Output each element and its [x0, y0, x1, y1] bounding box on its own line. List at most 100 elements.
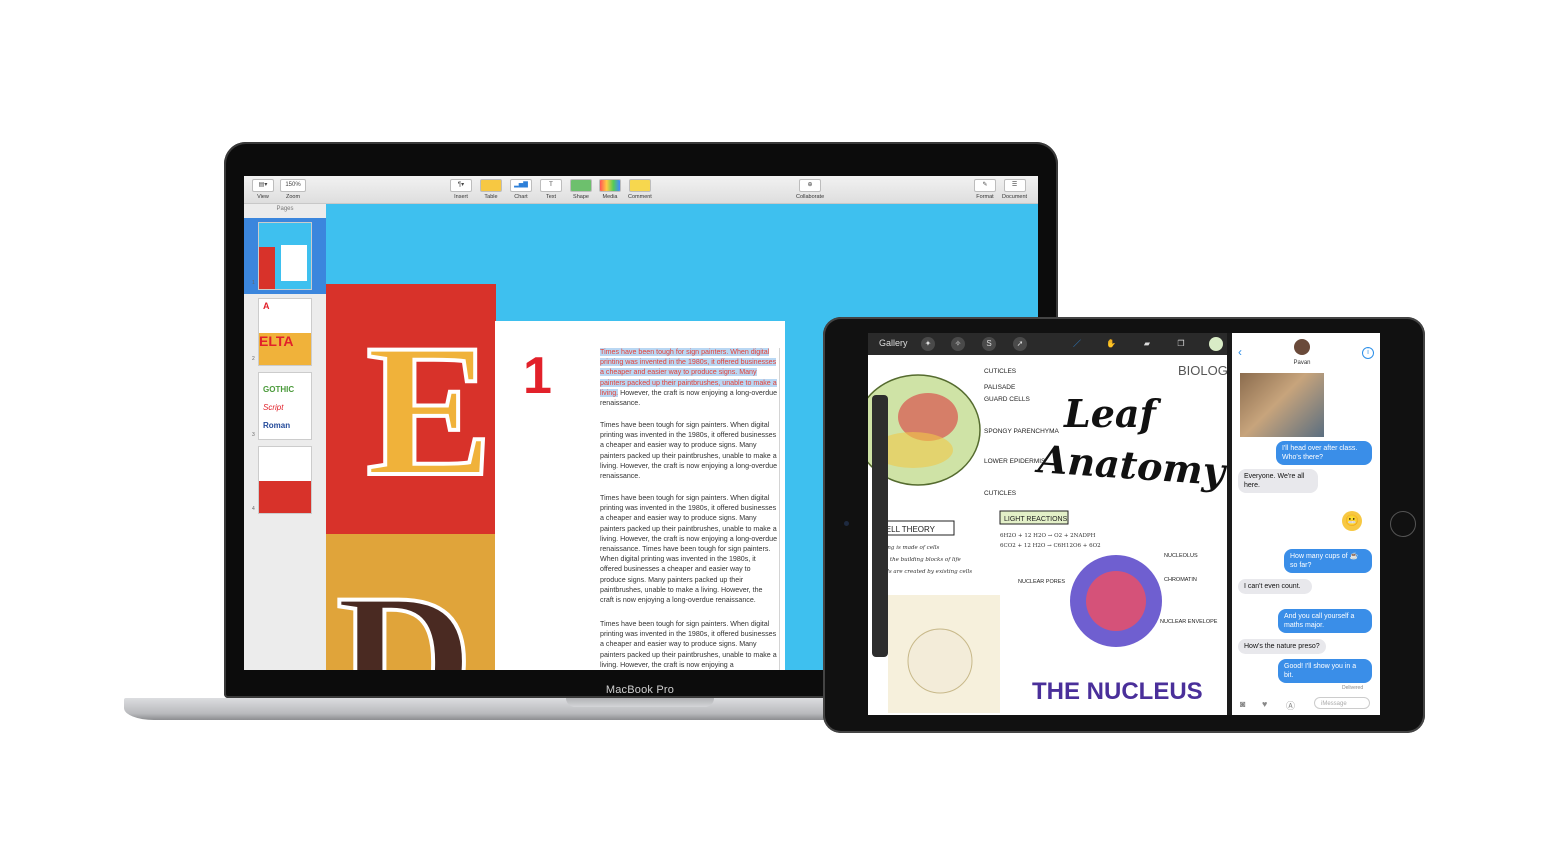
gallery-button[interactable]: Gallery — [879, 338, 908, 348]
label-spongy: SPONGY PARENCHYMA — [984, 428, 1060, 435]
macbook-notch — [566, 698, 714, 707]
digital-touch-icon[interactable]: ♥ — [1262, 699, 1267, 709]
message-bubble-in[interactable]: Everyone. We're all here. — [1238, 469, 1318, 493]
selection-icon[interactable]: S — [982, 337, 996, 351]
comment-label: Comment — [628, 194, 652, 200]
comment-icon — [628, 179, 651, 192]
chart-icon: ▂▅▇ — [510, 179, 532, 192]
sidebar-title: Pages — [276, 206, 294, 212]
comment-button[interactable]: Comment — [628, 179, 652, 200]
media-button[interactable]: Media — [599, 179, 621, 200]
transform-icon[interactable]: ➚ — [1013, 337, 1027, 351]
body-paragraph-2[interactable]: Times have been tough for sign painters.… — [600, 420, 778, 481]
shared-photo[interactable] — [1240, 373, 1324, 437]
brush-size-slider[interactable] — [872, 395, 888, 657]
view-button[interactable]: ▤▾ View — [252, 179, 274, 200]
zoom-value: 150% — [280, 179, 306, 192]
brush-icon[interactable]: ／ — [1070, 337, 1084, 351]
label-nucleolus: NUCLEOLUS — [1164, 553, 1198, 559]
cell-theory-heading: CELL THEORY — [880, 525, 936, 534]
page-thumbnail-1[interactable] — [258, 222, 312, 290]
page-number: 2 — [252, 356, 255, 362]
magic-wand-icon[interactable]: ✧ — [951, 337, 965, 351]
label-cuticles-top: CUTICLES — [984, 368, 1017, 375]
label-palisade: PALISADE — [984, 384, 1016, 391]
leaf-anatomy-drawing: BIOLOGY Leaf Anatomy CUTICLES PALISADE G… — [868, 363, 1237, 713]
body-paragraph-4[interactable]: Times have been tough for sign painters.… — [600, 619, 778, 670]
thumb-line: Roman — [263, 421, 291, 430]
message-bubble-out[interactable]: Good! I'll show you in a bit. — [1278, 659, 1372, 683]
media-label: Media — [602, 194, 618, 200]
table-button[interactable]: Table — [480, 179, 502, 200]
nucleus-title: THE NUCLEUS — [1032, 678, 1203, 705]
label-lower-epidermis: LOWER EPIDERMIS — [984, 458, 1046, 465]
procreate-toolbar: Gallery ✦ ✧ S ➚ ／ ✋ ▰ ❐ — [868, 333, 1228, 355]
format-button[interactable]: ✎ Format — [974, 179, 996, 200]
home-button[interactable] — [1390, 511, 1416, 537]
letter-e: E — [366, 306, 493, 516]
collaborate-button[interactable]: ⊕ Collaborate — [796, 179, 824, 200]
label-nuclear-pores: NUCLEAR PORES — [1018, 579, 1065, 585]
page-thumbnail-3[interactable]: GOTHIC Script Roman — [258, 372, 312, 440]
camera-icon[interactable]: ◙ — [1240, 699, 1245, 709]
thumb-word: ELTA — [259, 333, 311, 365]
page-thumbnail-2[interactable]: A ELTA — [258, 298, 312, 366]
layers-icon[interactable]: ❐ — [1174, 337, 1188, 351]
back-chevron-icon[interactable]: ‹ — [1238, 345, 1242, 359]
insert-button[interactable]: ¶▾ Insert — [450, 179, 472, 200]
message-bubble-in[interactable]: How's the nature preso? — [1238, 639, 1326, 654]
message-bubble-out[interactable]: How many cups of ☕ so far? — [1284, 549, 1372, 573]
chapter-number: 1 — [523, 347, 552, 405]
label-nuclear-envelope: NUCLEAR ENVELOPE — [1160, 619, 1218, 625]
app-store-icon[interactable]: Ⓐ — [1286, 699, 1295, 712]
biology-heading: BIOLOGY — [1178, 363, 1228, 378]
equation-1: 6H2O + 12 H2O → O2 + 2NADPH — [1000, 533, 1096, 539]
message-bubble-in[interactable]: I can't even count. — [1238, 579, 1312, 594]
chart-button[interactable]: ▂▅▇ Chart — [510, 179, 532, 200]
table-label: Table — [484, 194, 498, 200]
wrench-icon[interactable]: ✦ — [921, 337, 935, 351]
eraser-icon[interactable]: ▰ — [1140, 337, 1154, 351]
smudge-icon[interactable]: ✋ — [1104, 337, 1118, 351]
body-paragraph-3[interactable]: Times have been tough for sign painters.… — [600, 493, 778, 605]
paragraph-rest: However, the craft is now enjoying a lon… — [600, 388, 778, 408]
page-number: 4 — [252, 506, 255, 512]
contact-name: Pavan — [1293, 360, 1311, 366]
biology-notes-canvas[interactable]: BIOLOGY Leaf Anatomy CUTICLES PALISADE G… — [868, 355, 1237, 715]
page-number: 3 — [252, 432, 255, 438]
collaborate-label: Collaborate — [796, 194, 825, 200]
info-icon[interactable]: i — [1362, 347, 1374, 359]
label-guard-cells: GUARD CELLS — [984, 396, 1031, 403]
messages-panel: ‹ Pavan i I'll head over after class. Wh… — [1232, 333, 1380, 715]
text-button[interactable]: T Text — [540, 179, 562, 200]
insert-label: Insert — [454, 194, 468, 200]
avatar[interactable] — [1294, 339, 1310, 355]
collaborate-icon: ⊕ — [799, 179, 822, 192]
chart-label: Chart — [514, 194, 528, 200]
table-icon — [480, 179, 502, 192]
shape-button[interactable]: Shape — [570, 179, 592, 200]
thumb-art — [259, 247, 275, 289]
body-paragraph-1[interactable]: Times have been tough for sign painters.… — [600, 347, 778, 408]
message-bubble-out[interactable]: And you call yourself a maths major. — [1278, 609, 1372, 633]
media-icon — [599, 179, 621, 192]
document-button[interactable]: ☰ Document — [1002, 179, 1027, 200]
thumb-letter: A — [263, 301, 270, 311]
view-label: View — [257, 194, 269, 200]
document-label: Document — [1002, 194, 1028, 200]
equation-2: 6CO2 + 12 H2O → C6H12O6 + 6O2 — [1000, 543, 1101, 549]
page-thumbnail-4[interactable] — [258, 446, 312, 514]
paintbrush-icon: ✎ — [974, 179, 996, 192]
macbook-brand-label: MacBook Pro — [605, 684, 675, 696]
imessage-input[interactable]: iMessage — [1314, 697, 1370, 709]
sidebar-icon: ▤▾ — [252, 179, 274, 192]
light-reactions-heading: LIGHT REACTIONS — [1004, 516, 1068, 523]
title-anatomy: Anatomy — [1034, 436, 1228, 494]
color-picker-icon[interactable] — [1209, 337, 1223, 351]
zoom-label: Zoom — [285, 194, 301, 200]
ipad-screen: Gallery ✦ ✧ S ➚ ／ ✋ ▰ ❐ BIOLOGY Leaf Ana… — [868, 333, 1380, 715]
page-margin-line — [779, 348, 780, 670]
letter-d: D — [336, 556, 473, 670]
zoom-control[interactable]: 150% Zoom — [280, 179, 306, 200]
message-bubble-out[interactable]: I'll head over after class. Who's there? — [1276, 441, 1372, 465]
